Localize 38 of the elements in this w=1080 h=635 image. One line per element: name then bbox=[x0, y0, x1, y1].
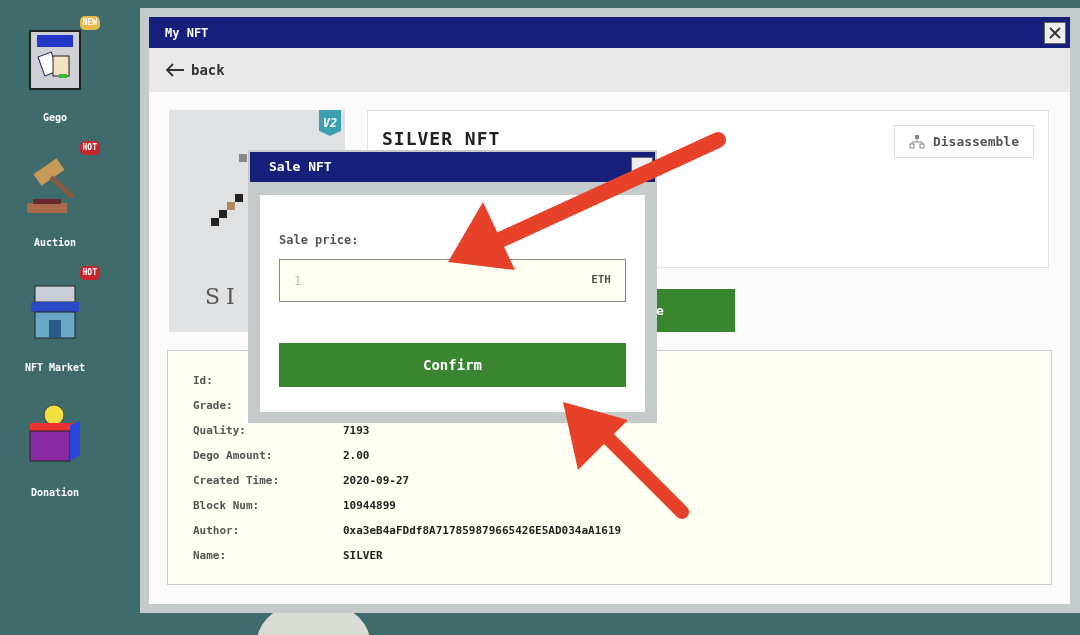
detail-value: 7193 bbox=[343, 423, 370, 440]
icon-badge: HOT bbox=[79, 266, 100, 280]
detail-label: Name: bbox=[193, 548, 228, 565]
version-badge: V2 bbox=[319, 110, 341, 136]
detail-label: Dego Amount: bbox=[193, 448, 274, 465]
icon-badge: NEW bbox=[79, 16, 100, 30]
field-label: Sale price: bbox=[279, 232, 360, 249]
confirm-button[interactable]: Confirm bbox=[279, 343, 626, 387]
desktop-icon-label[interactable]: Donation bbox=[30, 485, 80, 500]
desktop-icon-label[interactable]: Auction bbox=[33, 235, 77, 250]
detail-label: Id: bbox=[193, 373, 214, 390]
desktop-icon-label[interactable]: NFT Market bbox=[24, 360, 86, 375]
hierarchy-icon bbox=[908, 133, 925, 150]
disassemble-button[interactable]: Disassemble bbox=[893, 125, 1034, 158]
detail-label: Grade: bbox=[193, 398, 234, 415]
detail-value: 0xa3eB4aFDdf8A717859879665426E5AD034aA1619 bbox=[343, 523, 622, 540]
detail-label: Created Time: bbox=[193, 473, 281, 490]
detail-value: SILVER bbox=[343, 548, 383, 565]
detail-label: Quality: bbox=[193, 423, 247, 440]
back-arrow-icon bbox=[165, 63, 185, 77]
card-name: SI bbox=[205, 283, 241, 311]
nft-card-icon bbox=[29, 30, 81, 90]
detail-value: 10944899 bbox=[343, 498, 396, 515]
detail-label: Block Num: bbox=[193, 498, 261, 515]
icon-badge: HOT bbox=[79, 141, 100, 155]
close-button[interactable] bbox=[1044, 21, 1066, 44]
detail-value: 2.00 bbox=[343, 448, 370, 465]
desktop-icon-label[interactable]: Gego bbox=[42, 110, 68, 125]
detail-label: Author: bbox=[193, 523, 241, 540]
detail-value: 2020-09-27 bbox=[343, 473, 410, 490]
dialog-title: Sale NFT bbox=[269, 158, 332, 177]
window-title: My NFT bbox=[165, 24, 209, 42]
close-icon bbox=[1048, 25, 1062, 40]
currency-unit: ETH bbox=[591, 272, 611, 289]
nft-title: SILVER NFT bbox=[382, 129, 501, 149]
back-link[interactable]: back bbox=[165, 59, 225, 81]
price-input[interactable]: 1 bbox=[294, 271, 494, 290]
price-input-field[interactable]: 1 ETH bbox=[279, 259, 626, 302]
